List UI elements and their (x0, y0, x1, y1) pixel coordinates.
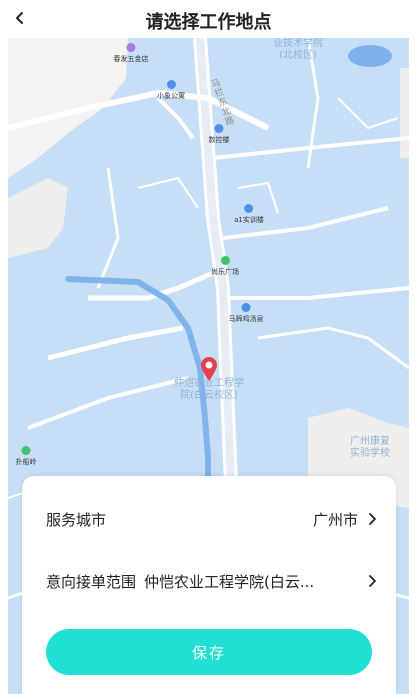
save-button[interactable]: 保存 (46, 629, 372, 675)
building-icon (241, 303, 251, 312)
page-title: 请选择工作地点 (145, 12, 272, 33)
service-city-value: 广州市 (312, 510, 358, 529)
mountain-icon (21, 446, 31, 455)
poi-apartment[interactable]: 小象公寓 (157, 80, 185, 101)
service-range-value: 仲恺农业工程学院(白云... (144, 572, 315, 591)
poi-hardware-store[interactable]: 春发五金店 (114, 43, 149, 64)
service-range-row[interactable]: 意向接单范围 仲恺农业工程学院(白云... (46, 566, 378, 596)
area-label-college-north: 业技术学院 (北校区) (273, 38, 323, 61)
poi-plaza[interactable]: 尚乐广场 (211, 256, 239, 277)
header-bar: 请选择工作地点 (0, 0, 417, 38)
service-range-label: 意向接单范围 (46, 572, 137, 591)
service-city-row[interactable]: 服务城市 广州市 (46, 504, 378, 534)
chevron-right-icon (369, 575, 376, 587)
poi-label: 数控楼 (208, 136, 230, 144)
poi-training-building[interactable]: a1实训楼 (234, 204, 264, 225)
park-icon (220, 256, 230, 265)
building-icon (166, 80, 176, 89)
poi-label: 扑船岭 (15, 458, 37, 466)
building-icon (244, 204, 254, 213)
chevron-right-icon (369, 513, 376, 525)
poi-hill[interactable]: 扑船岭 (16, 446, 37, 467)
area-label-rehab-school: 广州康复 实验学校 (350, 436, 390, 459)
location-pin-icon[interactable] (200, 356, 218, 382)
poi-label: 春发五金店 (113, 55, 149, 63)
poi-label: a1实训楼 (234, 216, 264, 224)
poi-label: 尚乐广场 (211, 268, 239, 276)
poi-label: 小象公寓 (157, 92, 185, 100)
service-city-label: 服务城市 (46, 510, 107, 529)
poi-label: 马蹄鸡汤泉 (228, 315, 264, 323)
building-icon (214, 124, 224, 133)
shop-icon (126, 43, 136, 52)
location-form-panel: 服务城市 广州市 意向接单范围 仲恺农业工程学院(白云... 保存 (22, 476, 396, 694)
poi-restaurant[interactable]: 马蹄鸡汤泉 (229, 303, 264, 324)
